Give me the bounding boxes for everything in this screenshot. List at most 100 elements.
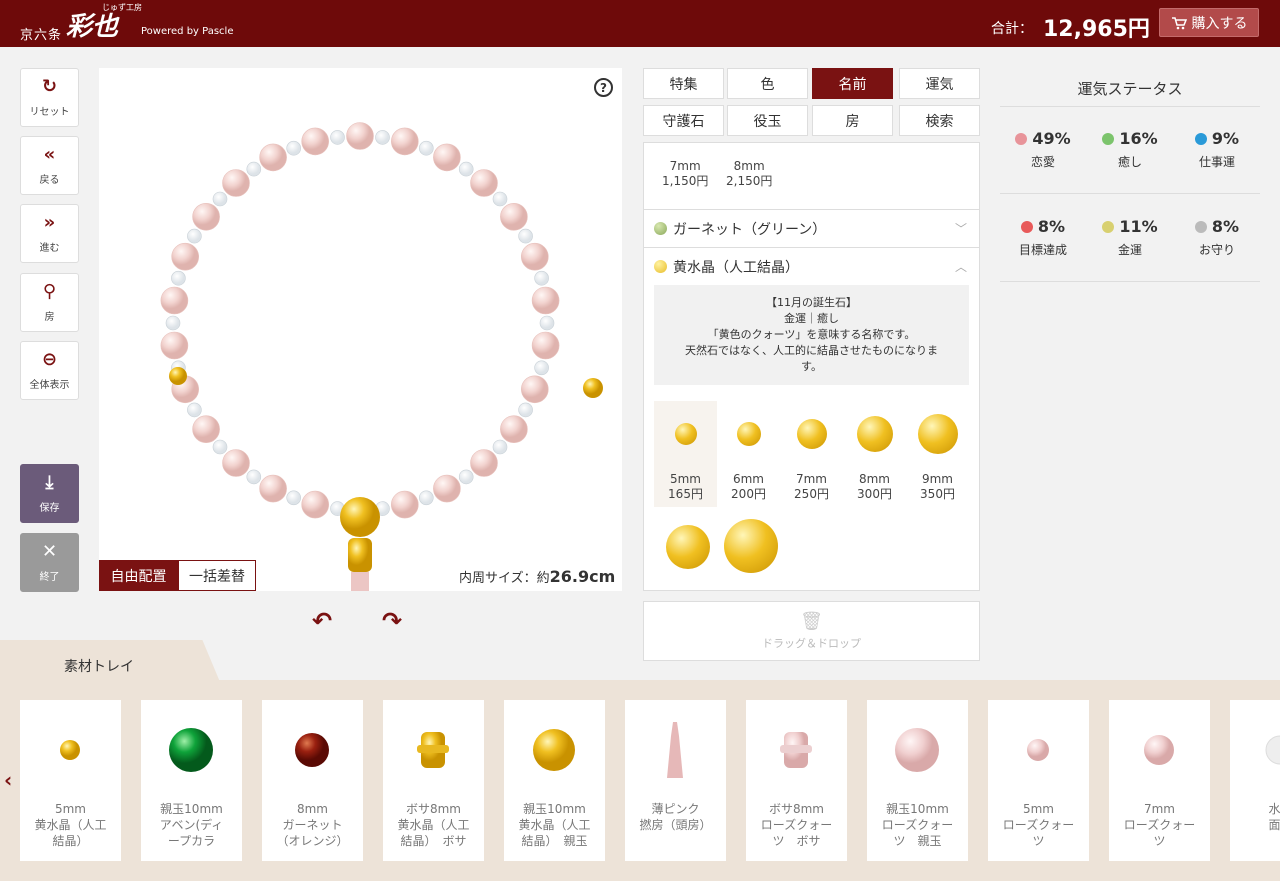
- tray-card[interactable]: 5mm ローズクォーツ: [988, 700, 1089, 861]
- rose-quartz-bead[interactable]: [301, 127, 329, 156]
- bead-option-5mm[interactable]: 5mm 165円: [654, 401, 717, 507]
- crystal-spacer-bead[interactable]: [187, 402, 202, 418]
- crystal-spacer-bead[interactable]: [418, 490, 434, 506]
- crystal-spacer-bead[interactable]: [286, 140, 301, 156]
- tray-card[interactable]: 親玉10mm 黄水晶（人工 結晶） 親玉: [504, 700, 605, 861]
- rose-quartz-bead[interactable]: [192, 203, 220, 231]
- bead-option-9mm[interactable]: 9mm 350円: [906, 401, 969, 507]
- mode-free-button[interactable]: 自由配置: [99, 560, 178, 591]
- crystal-spacer-bead[interactable]: [534, 360, 549, 376]
- tray-card[interactable]: 水晶面切: [1230, 700, 1280, 861]
- accordion-citrine[interactable]: 黄水晶（人工結晶） ︿: [644, 247, 979, 285]
- citrine-bead[interactable]: [169, 367, 187, 385]
- rose-quartz-bead[interactable]: [259, 143, 287, 172]
- tassel-button[interactable]: ⚲ 房: [20, 273, 79, 332]
- rose-quartz-bead[interactable]: [222, 169, 250, 197]
- tab-7[interactable]: 検索: [899, 105, 980, 136]
- rose-quartz-bead[interactable]: [346, 122, 374, 150]
- rose-quartz-bead[interactable]: [531, 331, 560, 360]
- rose-quartz-bead[interactable]: [192, 415, 220, 444]
- reset-button[interactable]: ↻ リセット: [20, 68, 79, 127]
- rose-quartz-bead[interactable]: [301, 490, 329, 519]
- crystal-spacer-bead[interactable]: [492, 439, 508, 455]
- tray-card[interactable]: 8mm ガーネット （オレンジ）: [262, 700, 363, 861]
- rose-quartz-bead[interactable]: [160, 286, 189, 315]
- mode-bulk-button[interactable]: 一括差替: [178, 560, 256, 591]
- back-button[interactable]: « 戻る: [20, 136, 79, 195]
- rotate-left-icon[interactable]: ↶: [312, 607, 332, 635]
- tray-tab[interactable]: 素材トレイ: [0, 640, 220, 682]
- crystal-spacer-bead[interactable]: [187, 228, 202, 244]
- rotate-right-icon[interactable]: ↷: [382, 607, 402, 635]
- crystal-spacer-bead[interactable]: [375, 130, 390, 145]
- tab-2[interactable]: 名前: [812, 68, 893, 99]
- tassel[interactable]: [351, 572, 369, 591]
- tab-6[interactable]: 房: [812, 105, 893, 136]
- tab-0[interactable]: 特集: [643, 68, 724, 99]
- bead-option-6mm[interactable]: 6mm 200円: [717, 401, 780, 507]
- crystal-spacer-bead[interactable]: [165, 315, 181, 331]
- crystal-spacer-bead[interactable]: [171, 270, 186, 286]
- loose-citrine-bead[interactable]: [583, 378, 603, 398]
- bracelet-canvas[interactable]: [99, 68, 622, 591]
- crystal-spacer-bead[interactable]: [286, 490, 301, 506]
- tray-card[interactable]: ボサ8mm 黄水晶（人工 結晶） ボサ: [383, 700, 484, 861]
- tab-5[interactable]: 役玉: [727, 105, 808, 136]
- help-icon[interactable]: ?: [594, 78, 613, 97]
- bead-option-10mm[interactable]: [656, 521, 719, 581]
- fit-view-button[interactable]: ⊖ 全体表示: [20, 341, 79, 400]
- tray-card[interactable]: ボサ8mm ローズクォーツ ボサ: [746, 700, 847, 861]
- crystal-spacer-bead[interactable]: [246, 469, 262, 485]
- crystal-spacer-bead[interactable]: [518, 402, 533, 418]
- forward-button[interactable]: » 進む: [20, 204, 79, 263]
- trash-dropzone[interactable]: 🗑 ドラッグ＆ドロップ: [643, 601, 980, 661]
- save-button[interactable]: ⤓ 保存: [20, 464, 79, 523]
- tray-card[interactable]: 5mm 黄水晶（人工 結晶）: [20, 700, 121, 861]
- bracelet-preview[interactable]: [99, 68, 622, 591]
- rose-quartz-bead[interactable]: [520, 375, 549, 404]
- rose-quartz-bead[interactable]: [470, 449, 498, 477]
- crystal-spacer-bead[interactable]: [534, 270, 549, 286]
- buy-button[interactable]: 購入する: [1159, 8, 1259, 37]
- end-button[interactable]: ✕ 終了: [20, 533, 79, 592]
- accordion-garnet-green[interactable]: ガーネット（グリーン） ﹀: [644, 209, 979, 247]
- bead-option-8mm[interactable]: 8mm 300円: [843, 401, 906, 507]
- crystal-spacer-bead[interactable]: [458, 469, 474, 485]
- rose-quartz-bead[interactable]: [433, 474, 461, 503]
- tab-4[interactable]: 守護石: [643, 105, 724, 136]
- bosa-bead[interactable]: [348, 538, 372, 572]
- rose-quartz-bead[interactable]: [222, 449, 250, 477]
- rose-quartz-bead[interactable]: [390, 490, 419, 519]
- bead-option-7mm[interactable]: 7mm 250円: [780, 401, 843, 507]
- crystal-spacer-bead[interactable]: [418, 140, 434, 156]
- bead-option-12mm[interactable]: [718, 519, 784, 579]
- crystal-spacer-bead[interactable]: [212, 191, 228, 207]
- size-option[interactable]: 8mm 2,150円: [726, 159, 772, 189]
- crystal-spacer-bead[interactable]: [330, 130, 345, 145]
- tab-3[interactable]: 運気: [899, 68, 980, 99]
- rose-quartz-bead[interactable]: [500, 203, 528, 231]
- tray-card[interactable]: 7mm ローズクォーツ: [1109, 700, 1210, 861]
- rose-quartz-bead[interactable]: [500, 415, 528, 444]
- crystal-spacer-bead[interactable]: [212, 439, 228, 455]
- rose-quartz-bead[interactable]: [520, 242, 549, 271]
- rose-quartz-bead[interactable]: [470, 169, 498, 197]
- crystal-spacer-bead[interactable]: [518, 228, 533, 244]
- tab-1[interactable]: 色: [727, 68, 808, 99]
- rose-quartz-bead[interactable]: [531, 286, 560, 315]
- rose-quartz-bead[interactable]: [390, 127, 419, 156]
- tray-card[interactable]: 親玉10mm ローズクォーツ 親玉: [867, 700, 968, 861]
- crystal-spacer-bead[interactable]: [492, 191, 508, 207]
- rose-quartz-bead[interactable]: [171, 242, 199, 271]
- rose-quartz-bead[interactable]: [433, 143, 461, 172]
- tray-prev-icon[interactable]: ‹: [4, 768, 12, 792]
- master-bead[interactable]: [340, 497, 380, 537]
- size-option[interactable]: 7mm 1,150円: [662, 159, 708, 189]
- crystal-spacer-bead[interactable]: [458, 161, 474, 177]
- crystal-spacer-bead[interactable]: [246, 161, 262, 177]
- tray-card[interactable]: 薄ピンク 撚房（頭房）: [625, 700, 726, 861]
- rose-quartz-bead[interactable]: [259, 474, 287, 503]
- rose-quartz-bead[interactable]: [160, 331, 189, 360]
- tray-card[interactable]: 親玉10mm アベン(ディ ープカラ: [141, 700, 242, 861]
- crystal-spacer-bead[interactable]: [539, 315, 555, 331]
